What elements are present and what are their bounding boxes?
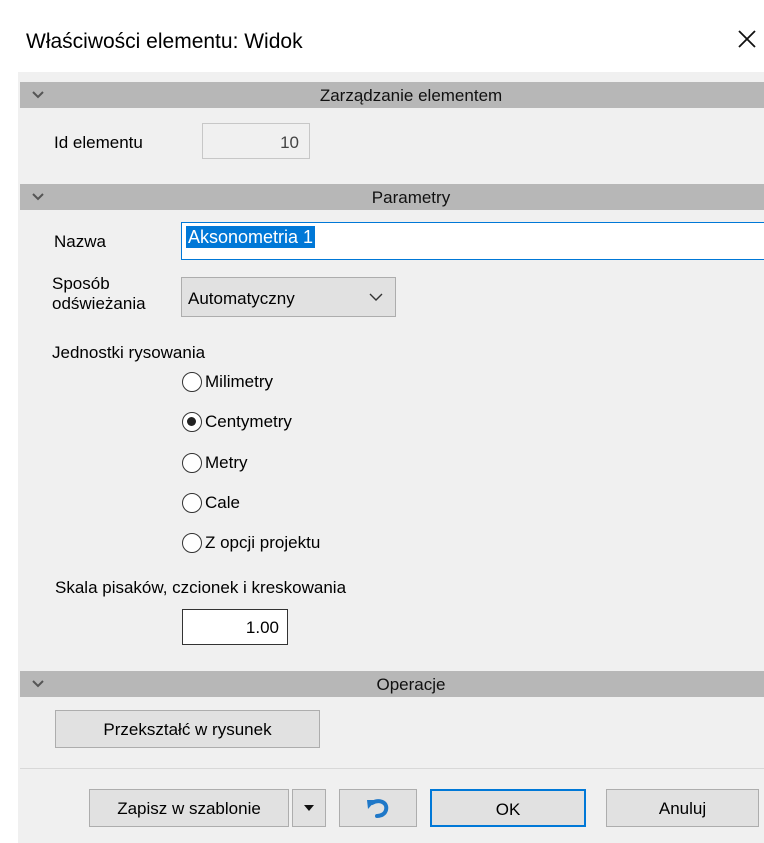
element-id-field: 10 <box>202 123 310 159</box>
radio-milimetry[interactable]: Milimetry <box>182 371 273 395</box>
cancel-button[interactable]: Anuluj <box>606 789 759 827</box>
window-title: Właściwości elementu: Widok <box>26 30 303 53</box>
radio-circle <box>182 371 202 392</box>
section-title: Parametry <box>371 188 451 207</box>
radio-metry[interactable]: Metry <box>182 452 248 476</box>
name-input-value: Aksonometria 1 <box>186 226 316 248</box>
radio-circle-selected <box>182 411 202 432</box>
section-header-management[interactable]: Zarządzanie elementem <box>20 82 764 108</box>
refresh-label-line1: Sposób <box>52 274 110 293</box>
save-template-button[interactable]: Zapisz w szablonie <box>89 789 289 827</box>
element-id-label: Id elementu <box>54 133 143 152</box>
section-title: Zarządzanie elementem <box>319 86 503 105</box>
scale-label: Skala pisaków, czcionek i kreskowania <box>55 578 347 597</box>
close-icon[interactable] <box>734 26 760 52</box>
refresh-mode-value: Automatyczny <box>188 289 295 308</box>
name-input[interactable]: Aksonometria 1 <box>181 222 764 260</box>
undo-icon <box>367 799 389 818</box>
save-template-dropdown-button[interactable] <box>292 789 326 827</box>
undo-button[interactable] <box>339 789 417 827</box>
units-label: Jednostki rysowania <box>52 343 206 362</box>
radio-circle <box>182 492 202 513</box>
radio-cale[interactable]: Cale <box>182 492 240 516</box>
refresh-label: Sposób odświeżania <box>52 274 146 314</box>
convert-to-drawing-button[interactable]: Przekształć w rysunek <box>55 710 320 748</box>
radio-label: Z opcji projektu <box>205 532 321 552</box>
caret-down-icon <box>304 805 314 811</box>
radio-label: Centymetry <box>205 411 292 431</box>
section-header-operations[interactable]: Operacje <box>20 671 764 697</box>
radio-label: Metry <box>205 452 248 472</box>
section-header-parameters[interactable]: Parametry <box>20 184 764 210</box>
ok-button[interactable]: OK <box>430 789 586 827</box>
divider <box>20 768 764 769</box>
radio-label: Milimetry <box>205 371 273 391</box>
chevron-down-icon <box>369 293 383 301</box>
name-label: Nazwa <box>54 232 106 251</box>
scale-input[interactable]: 1.00 <box>182 609 288 645</box>
radio-centymetry[interactable]: Centymetry <box>182 411 292 435</box>
radio-z-opcji-projektu[interactable]: Z opcji projektu <box>182 532 320 556</box>
radio-circle <box>182 452 202 473</box>
refresh-mode-select[interactable]: Automatyczny <box>181 277 396 317</box>
radio-circle <box>182 532 202 553</box>
refresh-label-line2: odświeżania <box>52 294 146 313</box>
radio-label: Cale <box>205 492 240 512</box>
section-title: Operacje <box>376 675 446 694</box>
